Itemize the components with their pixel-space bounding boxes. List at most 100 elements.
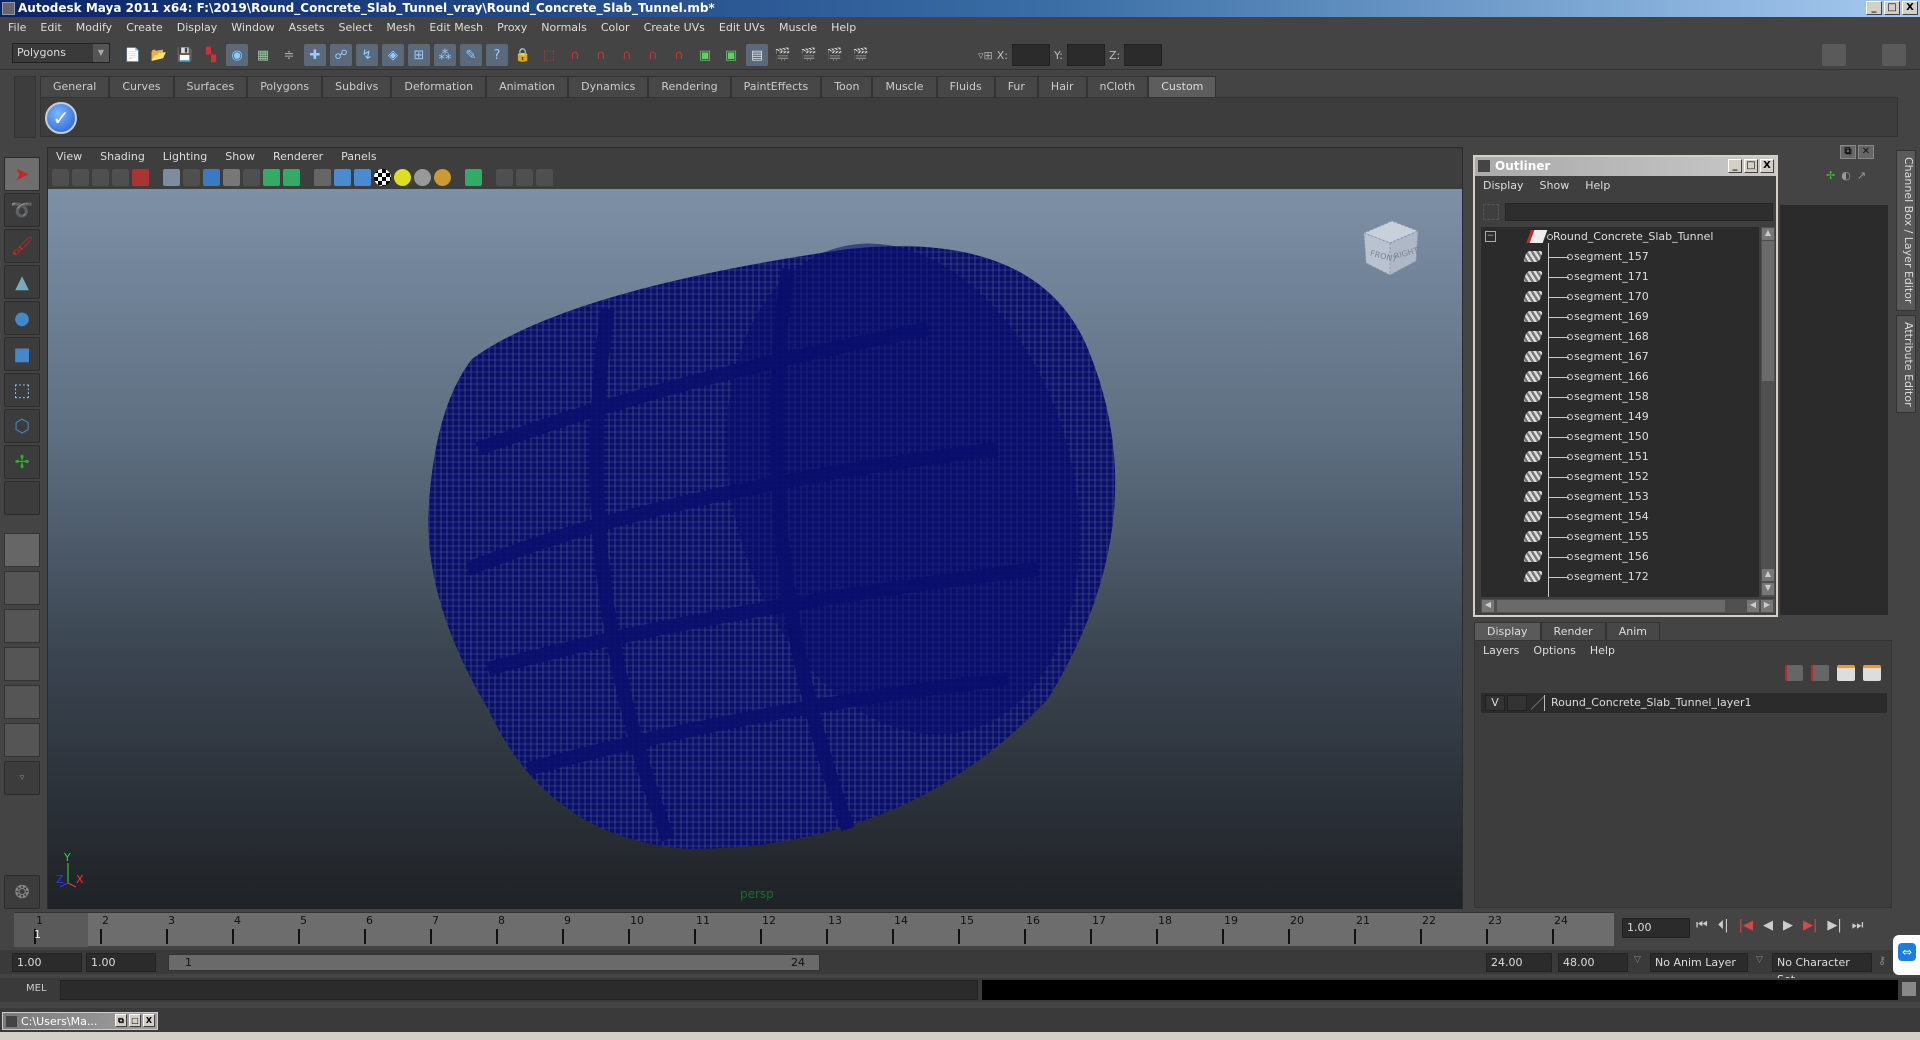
maximize-button[interactable]: □ bbox=[1884, 1, 1900, 15]
outliner-item[interactable]: segment_169 bbox=[1481, 307, 1759, 327]
menu-normals[interactable]: Normals bbox=[541, 21, 587, 34]
outliner-item[interactable]: segment_154 bbox=[1481, 507, 1759, 527]
lasso-tool-icon[interactable]: ➰ bbox=[4, 193, 40, 227]
shelf-menu-button[interactable] bbox=[14, 76, 36, 138]
outliner-item[interactable]: segment_171 bbox=[1481, 267, 1759, 287]
menu-create-uvs[interactable]: Create UVs bbox=[644, 21, 705, 34]
move-layer-up-icon[interactable] bbox=[1785, 665, 1803, 681]
shelf-tab-muscle[interactable]: Muscle bbox=[872, 76, 937, 97]
render-settings-icon[interactable]: ▤ bbox=[746, 44, 768, 66]
select-object-icon[interactable]: ◉ bbox=[226, 44, 248, 66]
menu-edit[interactable]: Edit bbox=[40, 21, 61, 34]
use-all-lights-icon[interactable] bbox=[394, 168, 411, 186]
shelf-tab-dynamics[interactable]: Dynamics bbox=[568, 76, 649, 97]
soft-mod-tool-icon[interactable]: ⬡ bbox=[4, 409, 40, 443]
construction-history-icon[interactable]: ∩ bbox=[564, 44, 586, 66]
go-to-end-icon[interactable]: ⏭ bbox=[1852, 918, 1864, 933]
checkmark-icon[interactable]: ✓ bbox=[45, 102, 77, 134]
vp-menu-panels[interactable]: Panels bbox=[341, 148, 376, 166]
select-tool-icon[interactable]: ➤ bbox=[4, 157, 40, 191]
single-perspective-layout-icon[interactable] bbox=[4, 533, 40, 567]
input-ops-icon[interactable]: ∩ bbox=[590, 44, 612, 66]
safe-action-icon[interactable] bbox=[263, 168, 280, 186]
outliner-item[interactable]: segment_168 bbox=[1481, 327, 1759, 347]
menu-set-dropdown[interactable]: Polygons ▼ bbox=[12, 43, 110, 63]
magnet-icon[interactable]: ∩ bbox=[668, 44, 690, 66]
chevron-down-icon[interactable]: ▽ bbox=[1634, 955, 1641, 965]
layer-tab-render[interactable]: Render bbox=[1540, 622, 1606, 640]
shelf-tab-animation[interactable]: Animation bbox=[486, 76, 569, 97]
minimize-button[interactable]: _ bbox=[1866, 1, 1882, 15]
current-frame-field[interactable]: 1.00 bbox=[1622, 918, 1690, 938]
shelf-tab-custom[interactable]: Custom bbox=[1148, 76, 1217, 97]
high-quality-icon[interactable] bbox=[434, 168, 451, 186]
textured-icon[interactable] bbox=[374, 168, 391, 186]
move-layer-down-icon[interactable] bbox=[1811, 665, 1829, 681]
render-globals-icon[interactable]: 🎬 bbox=[850, 44, 872, 66]
panel-close-button[interactable]: ✕ bbox=[1858, 145, 1874, 159]
menu-assets[interactable]: Assets bbox=[289, 21, 325, 34]
last-tool-slot[interactable] bbox=[4, 481, 40, 515]
minimized-script-window[interactable]: C:\Users\Ma... ⧉ □ X bbox=[2, 1012, 158, 1030]
shelf-tab-hair[interactable]: Hair bbox=[1037, 76, 1087, 97]
play-forwards-icon[interactable]: ▶ bbox=[1783, 918, 1793, 933]
shelf-tab-general[interactable]: General bbox=[40, 76, 110, 97]
shelf-tab-surfaces[interactable]: Surfaces bbox=[173, 76, 248, 97]
script-editor-icon[interactable] bbox=[1902, 982, 1916, 996]
menu-proxy[interactable]: Proxy bbox=[497, 21, 527, 34]
outliner-item[interactable]: segment_166 bbox=[1481, 367, 1759, 387]
menu-window[interactable]: Window bbox=[231, 21, 274, 34]
menu-file[interactable]: File bbox=[8, 21, 26, 34]
menu-display[interactable]: Display bbox=[177, 21, 218, 34]
vp-menu-view[interactable]: View bbox=[56, 148, 82, 166]
close-button[interactable]: X bbox=[1902, 1, 1918, 15]
shelf-tab-subdivs[interactable]: Subdivs bbox=[322, 76, 392, 97]
step-back-frame-icon[interactable]: ⏴| bbox=[1718, 918, 1729, 933]
time-slider[interactable]: 1 2 3 4 5 6 7 8 9 10 11 12 13 14 15 16 17 18 19 20 21 22 23 24 … bbox=[14, 912, 1614, 947]
output-ops-icon[interactable]: ∩ bbox=[616, 44, 638, 66]
outliner-item[interactable]: segment_157 bbox=[1481, 247, 1759, 267]
image-plane-icon[interactable] bbox=[112, 168, 129, 186]
view-cube[interactable]: FRONT RIGHT bbox=[1356, 215, 1422, 281]
select-highlight-icon[interactable]: ⬚ bbox=[538, 44, 560, 66]
paint-select-tool-icon[interactable]: 🖌 bbox=[4, 229, 40, 263]
anim-layer-dropdown[interactable]: No Anim Layer bbox=[1650, 953, 1748, 972]
wireframe-on-shaded-icon[interactable] bbox=[354, 168, 371, 186]
layer-tab-anim[interactable]: Anim bbox=[1605, 622, 1660, 640]
hypershade-persp-layout-icon[interactable] bbox=[4, 685, 40, 719]
playback-end-field[interactable]: 24.00 bbox=[1486, 953, 1552, 972]
isolate-select-icon[interactable] bbox=[465, 168, 482, 186]
shelf-tab-fluids[interactable]: Fluids bbox=[936, 76, 995, 97]
select-component-icon[interactable]: ▦ bbox=[252, 44, 274, 66]
scroll-up-icon[interactable]: ▲ bbox=[1762, 569, 1774, 581]
select-hierarchy-icon[interactable]: ▚ bbox=[200, 44, 222, 66]
outliner-vertical-scrollbar[interactable]: ▲ ▲ ▼ bbox=[1761, 227, 1775, 597]
menu-edit-mesh[interactable]: Edit Mesh bbox=[429, 21, 483, 34]
outliner-item[interactable]: segment_167 bbox=[1481, 347, 1759, 367]
menu-muscle[interactable]: Muscle bbox=[779, 21, 817, 34]
new-scene-icon[interactable]: 📄 bbox=[122, 44, 144, 66]
wireframe-icon[interactable] bbox=[314, 168, 331, 186]
new-empty-layer-icon[interactable] bbox=[1837, 665, 1855, 681]
menu-help[interactable]: Help bbox=[831, 21, 856, 34]
open-scene-icon[interactable]: 📂 bbox=[148, 44, 170, 66]
shelf-tab-rendering[interactable]: Rendering bbox=[648, 76, 731, 97]
step-forward-frame-icon[interactable]: ▶| bbox=[1827, 918, 1841, 933]
chevron-down-icon[interactable]: ▽ bbox=[1756, 955, 1763, 965]
snap-curve-icon[interactable]: ☍ bbox=[330, 44, 352, 66]
vp-menu-lighting[interactable]: Lighting bbox=[163, 148, 207, 166]
xray-joints-icon[interactable] bbox=[516, 168, 533, 186]
outliner-maximize-button[interactable]: □ bbox=[1744, 159, 1758, 173]
outliner-horizontal-scrollbar[interactable]: ◀ ◀ ▶ bbox=[1481, 599, 1775, 613]
outliner-filter-input[interactable] bbox=[1505, 203, 1773, 221]
persp-graph-layout-icon[interactable] bbox=[4, 647, 40, 681]
outliner-item[interactable]: segment_150 bbox=[1481, 427, 1759, 447]
snap-point-icon[interactable]: ↯ bbox=[356, 44, 378, 66]
outliner-item[interactable]: segment_158 bbox=[1481, 387, 1759, 407]
tool-settings-toggle-icon[interactable] bbox=[1852, 44, 1876, 66]
four-view-layout-icon[interactable] bbox=[4, 571, 40, 605]
smooth-shade-icon[interactable] bbox=[334, 168, 351, 186]
menu-create[interactable]: Create bbox=[126, 21, 163, 34]
ipr-render-icon[interactable]: 🎬 bbox=[824, 44, 846, 66]
display-toggle-icon[interactable]: ◐ bbox=[1841, 169, 1851, 182]
